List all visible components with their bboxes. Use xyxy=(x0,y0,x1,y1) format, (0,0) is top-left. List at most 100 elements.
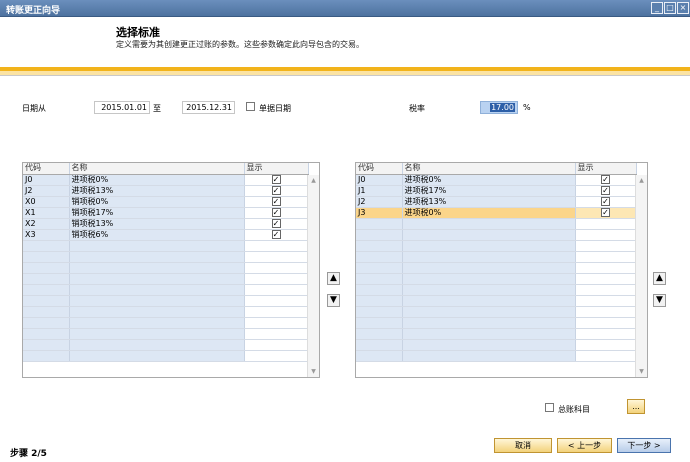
table-row[interactable]: X0 销项税0% ✓ xyxy=(23,196,309,208)
table-row[interactable]: X3 销项税6% ✓ xyxy=(23,229,309,241)
name-cell[interactable]: 进项税0% xyxy=(402,207,576,219)
left-grid-scrollbar[interactable]: ▲ ▼ xyxy=(307,175,319,377)
gl-account-checkbox[interactable] xyxy=(545,403,554,412)
name-cell[interactable] xyxy=(69,317,245,329)
show-cell[interactable] xyxy=(575,229,637,241)
code-cell[interactable] xyxy=(356,328,403,340)
empty-row[interactable] xyxy=(23,295,309,307)
name-cell[interactable] xyxy=(69,350,245,362)
show-cell[interactable]: ✓ xyxy=(575,207,637,219)
empty-row[interactable] xyxy=(23,328,309,340)
name-cell[interactable]: 进项税0% xyxy=(69,174,245,186)
right-grid-scrollbar[interactable]: ▲ ▼ xyxy=(635,175,647,377)
code-cell[interactable]: X0 xyxy=(23,196,70,208)
show-cell[interactable]: ✓ xyxy=(244,229,309,241)
show-cell[interactable] xyxy=(575,328,637,340)
code-cell[interactable] xyxy=(23,251,70,263)
show-cell[interactable] xyxy=(575,295,637,307)
name-cell[interactable] xyxy=(402,339,576,351)
code-cell[interactable] xyxy=(23,328,70,340)
name-cell[interactable] xyxy=(402,306,576,318)
show-cell[interactable] xyxy=(575,218,637,230)
name-cell[interactable]: 销项税13% xyxy=(69,218,245,230)
minimize-icon[interactable]: _ xyxy=(651,2,663,14)
scroll-up-icon[interactable]: ▲ xyxy=(637,176,646,185)
code-cell[interactable] xyxy=(23,262,70,274)
code-cell[interactable] xyxy=(23,240,70,252)
code-cell[interactable] xyxy=(23,350,70,362)
show-cell[interactable]: ✓ xyxy=(244,174,309,186)
code-cell[interactable] xyxy=(356,284,403,296)
show-cell[interactable]: ✓ xyxy=(244,207,309,219)
cancel-button[interactable]: 取消 xyxy=(494,438,552,453)
code-cell[interactable]: J3 xyxy=(356,207,403,219)
empty-row[interactable] xyxy=(356,262,637,274)
table-row[interactable]: X1 销项税17% ✓ xyxy=(23,207,309,219)
code-cell[interactable] xyxy=(23,273,70,285)
move-down-right-button[interactable]: ▼ xyxy=(653,294,666,307)
code-cell[interactable]: J0 xyxy=(356,174,403,186)
name-cell[interactable] xyxy=(69,284,245,296)
empty-row[interactable] xyxy=(356,339,637,351)
show-checkbox[interactable]: ✓ xyxy=(271,185,281,195)
name-cell[interactable] xyxy=(402,251,576,263)
show-cell[interactable] xyxy=(575,240,637,252)
name-cell[interactable] xyxy=(402,229,576,241)
empty-row[interactable] xyxy=(356,350,637,362)
column-header-name[interactable]: 名称 xyxy=(69,163,245,175)
maximize-icon[interactable]: □ xyxy=(664,2,676,14)
code-cell[interactable]: X2 xyxy=(23,218,70,230)
show-cell[interactable]: ✓ xyxy=(575,185,637,197)
name-cell[interactable]: 销项税17% xyxy=(69,207,245,219)
name-cell[interactable]: 进项税13% xyxy=(402,196,576,208)
show-cell[interactable]: ✓ xyxy=(244,185,309,197)
show-cell[interactable] xyxy=(244,273,309,285)
show-cell[interactable] xyxy=(244,284,309,296)
date-to-field[interactable]: 2015.12.31 xyxy=(182,101,235,114)
code-cell[interactable] xyxy=(356,350,403,362)
empty-row[interactable] xyxy=(356,218,637,230)
name-cell[interactable] xyxy=(69,273,245,285)
code-cell[interactable] xyxy=(23,306,70,318)
show-cell[interactable] xyxy=(244,240,309,252)
table-row[interactable]: J0 进项税0% ✓ xyxy=(23,174,309,186)
show-checkbox[interactable]: ✓ xyxy=(601,185,610,195)
code-cell[interactable] xyxy=(356,240,403,252)
tax-rate-field[interactable]: 17.00 xyxy=(480,101,518,114)
code-cell[interactable] xyxy=(23,339,70,351)
table-row[interactable]: J2 进项税13% ✓ xyxy=(23,185,309,197)
scroll-up-icon[interactable]: ▲ xyxy=(309,176,318,185)
name-cell[interactable] xyxy=(402,240,576,252)
show-cell[interactable]: ✓ xyxy=(244,196,309,208)
name-cell[interactable]: 销项税6% xyxy=(69,229,245,241)
code-cell[interactable] xyxy=(356,317,403,329)
column-header-show[interactable]: 显示 xyxy=(575,163,637,175)
empty-row[interactable] xyxy=(23,350,309,362)
available-tax-codes-grid[interactable]: 代码 名称 显示 J0 进项税0% ✓ J2 进项税13% ✓ X0 销项税0% ✓ X1 销项税1… xyxy=(22,162,320,378)
show-cell[interactable] xyxy=(244,251,309,263)
show-checkbox[interactable]: ✓ xyxy=(271,229,281,239)
show-checkbox[interactable]: ✓ xyxy=(271,218,281,228)
empty-row[interactable] xyxy=(356,284,637,296)
code-cell[interactable]: J2 xyxy=(23,185,70,197)
move-up-right-button[interactable]: ▲ xyxy=(653,272,666,285)
name-cell[interactable] xyxy=(69,251,245,263)
name-cell[interactable] xyxy=(402,350,576,362)
code-cell[interactable] xyxy=(23,284,70,296)
empty-row[interactable] xyxy=(356,295,637,307)
show-checkbox[interactable]: ✓ xyxy=(271,207,281,217)
empty-row[interactable] xyxy=(23,251,309,263)
browse-button[interactable]: ... xyxy=(627,399,645,414)
show-cell[interactable] xyxy=(244,262,309,274)
name-cell[interactable] xyxy=(402,317,576,329)
code-cell[interactable] xyxy=(356,306,403,318)
code-cell[interactable]: X3 xyxy=(23,229,70,241)
code-cell[interactable] xyxy=(356,229,403,241)
name-cell[interactable] xyxy=(69,240,245,252)
next-button[interactable]: 下一步 > xyxy=(617,438,671,453)
name-cell[interactable] xyxy=(69,262,245,274)
column-header-code[interactable]: 代码 xyxy=(23,163,70,175)
show-cell[interactable] xyxy=(575,251,637,263)
show-cell[interactable] xyxy=(244,317,309,329)
empty-row[interactable] xyxy=(356,317,637,329)
